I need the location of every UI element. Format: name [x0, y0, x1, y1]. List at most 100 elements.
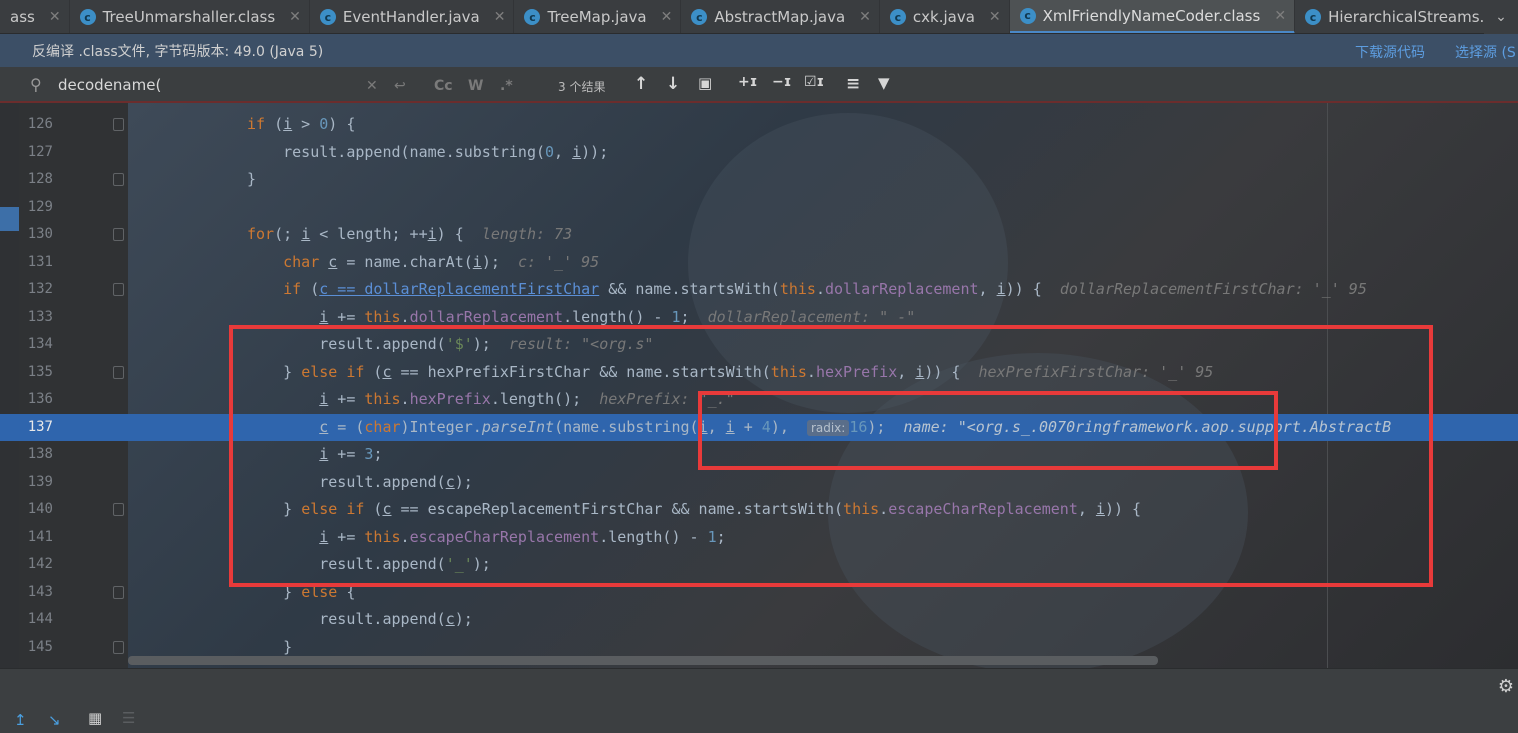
horizontal-scrollbar[interactable] [128, 656, 1158, 665]
line-number: 128 [27, 171, 53, 187]
clear-icon[interactable]: ✕ [366, 78, 378, 94]
line-number: 133 [27, 308, 53, 325]
remove-occurrence-icon[interactable]: −ɪ [772, 74, 791, 90]
whole-words-button[interactable]: W [468, 78, 483, 94]
class-icon: c [1019, 7, 1036, 24]
fold-marker[interactable] [113, 365, 124, 379]
find-bar: ⚲ decodename( ✕ ↩ Cc W .* 3 个结果 ↑ ↓ ▣ +ɪ… [0, 67, 1518, 103]
fold-marker[interactable] [113, 118, 124, 131]
close-icon[interactable]: ✕ [289, 9, 301, 25]
close-icon[interactable]: ✕ [989, 9, 1001, 25]
next-occurrence-icon[interactable]: ↓ [666, 74, 680, 94]
tab-event-handler[interactable]: c EventHandler.java ✕ [310, 0, 515, 33]
tab-tree-map[interactable]: c TreeMap.java ✕ [514, 0, 682, 33]
annotation-box-small [698, 391, 1278, 470]
line-number: 143 [27, 583, 53, 600]
line-number: 132 [27, 281, 53, 297]
editor-tab-bar: ass ✕ c TreeUnmarshaller.class ✕ c EventHand… [0, 0, 1518, 34]
tab-xml-friendly-name-coder[interactable]: c XmlFriendlyNameCoder.class ✕ [1009, 0, 1296, 33]
close-icon[interactable]: ✕ [49, 9, 61, 25]
search-field[interactable]: ⚲ decodename( ✕ ↩ Cc W .* [20, 70, 528, 100]
class-icon: c [319, 9, 336, 25]
calculator-icon[interactable]: ▦ [88, 709, 102, 727]
line-number: 137 [27, 418, 53, 435]
line-number: 131 [27, 253, 53, 270]
tab-label: XmlFriendlyNameCoder.class [1042, 6, 1261, 25]
line-number: 134 [27, 336, 53, 352]
class-icon: c [79, 9, 96, 25]
inlay-hint: dollarReplacement: "_-" [707, 307, 916, 326]
fold-marker[interactable] [113, 585, 124, 599]
gear-icon[interactable]: ⚙ [1498, 676, 1514, 697]
inlay-hint: dollarReplacementFirstChar: '_' 95 [1059, 280, 1367, 298]
fold-marker[interactable] [113, 173, 124, 186]
tab-label: EventHandler.java [342, 8, 480, 26]
class-icon: c [524, 9, 541, 25]
code-line[interactable]: 130 for(; i < length; ++i) { length: 73 [0, 221, 1518, 249]
tab-cxk[interactable]: c cxk.java ✕ [880, 0, 1010, 33]
close-icon[interactable]: ✕ [661, 9, 673, 25]
line-number: 139 [27, 473, 53, 490]
line-number: 136 [27, 391, 53, 407]
previous-occurrence-icon[interactable]: ↑ [634, 74, 648, 94]
search-input[interactable]: decodename( [58, 76, 161, 94]
step-icon[interactable]: ↘ [48, 711, 61, 729]
info-text: 反编译 .class文件, 字节码版本: 49.0 (Java 5) [32, 43, 324, 60]
line-number: 142 [27, 556, 53, 572]
options-icon[interactable]: ≡ [846, 74, 860, 94]
inlay-hint: c: '_' 95 [517, 252, 600, 271]
tab-label: cxk.java [912, 8, 975, 26]
bottom-tool-bar: ↥ ↘ ▦ ☰ [0, 668, 1518, 733]
class-icon: c [1305, 9, 1322, 25]
open-in-window-icon[interactable]: ▣ [698, 74, 712, 92]
fold-marker[interactable] [113, 640, 124, 654]
inlay-hint: length: 73 [481, 225, 573, 243]
code-line[interactable]: 144 result.append(c); [0, 606, 1518, 634]
tab-label: TreeMap.java [547, 8, 647, 26]
fold-marker[interactable] [113, 503, 124, 516]
class-icon: c [691, 9, 708, 25]
class-icon: c [889, 9, 906, 25]
line-number: 144 [27, 611, 53, 627]
layout-icon[interactable]: ☰ [122, 709, 135, 727]
close-icon[interactable]: ✕ [859, 9, 871, 25]
line-number: 135 [27, 363, 53, 380]
regex-button[interactable]: .* [500, 78, 513, 94]
match-case-button[interactable]: Cc [434, 78, 453, 94]
code-line[interactable]: 131 char c = name.charAt(i); c: '_' 95 [0, 249, 1518, 277]
select-all-occurrences-icon[interactable]: ☑ɪ [804, 74, 824, 90]
download-sources-link[interactable]: 下载源代码 [1355, 42, 1425, 62]
code-line[interactable]: 132 if (c == dollarReplacementFirstChar … [0, 276, 1518, 304]
tab-abstract-map[interactable]: c AbstractMap.java ✕ [681, 0, 880, 33]
search-icon: ⚲ [30, 75, 42, 94]
line-number: 127 [27, 143, 53, 160]
fold-marker[interactable] [113, 283, 124, 296]
tab-truncated[interactable]: ass ✕ [0, 0, 70, 33]
replace-icon[interactable]: ↩ [394, 78, 406, 94]
close-icon[interactable]: ✕ [494, 9, 506, 25]
code-line[interactable]: 128} [0, 166, 1518, 194]
line-number: 141 [27, 528, 53, 545]
chevron-down-icon[interactable]: ⌄ [1484, 0, 1518, 34]
line-number: 129 [27, 198, 53, 215]
code-line[interactable]: 126 if (i > 0) { [0, 111, 1518, 139]
line-number: 126 [27, 116, 53, 132]
code-line[interactable]: 129 [0, 194, 1518, 222]
upload-icon[interactable]: ↥ [14, 711, 27, 729]
choose-sources-link[interactable]: 选择源 (S [1455, 42, 1516, 62]
line-number: 145 [27, 638, 53, 655]
tab-label: TreeUnmarshaller.class [102, 8, 276, 26]
tab-tree-unmarshaller[interactable]: c TreeUnmarshaller.class ✕ [70, 0, 310, 33]
tab-label: ass [10, 8, 35, 26]
line-number: 140 [27, 501, 53, 517]
fold-marker[interactable] [113, 228, 124, 241]
code-line[interactable]: 127 result.append(name.substring(0, i)); [0, 139, 1518, 167]
close-icon[interactable]: ✕ [1274, 8, 1286, 24]
add-occurrence-icon[interactable]: +ɪ [738, 74, 757, 90]
line-number: 138 [27, 446, 53, 462]
filter-icon[interactable]: ▼ [878, 74, 890, 92]
tab-label: AbstractMap.java [714, 8, 846, 26]
line-number: 130 [27, 226, 53, 242]
decompiled-info-bar: 反编译 .class文件, 字节码版本: 49.0 (Java 5) 下载源代码… [0, 34, 1518, 67]
result-count: 3 个结果 [558, 80, 606, 94]
